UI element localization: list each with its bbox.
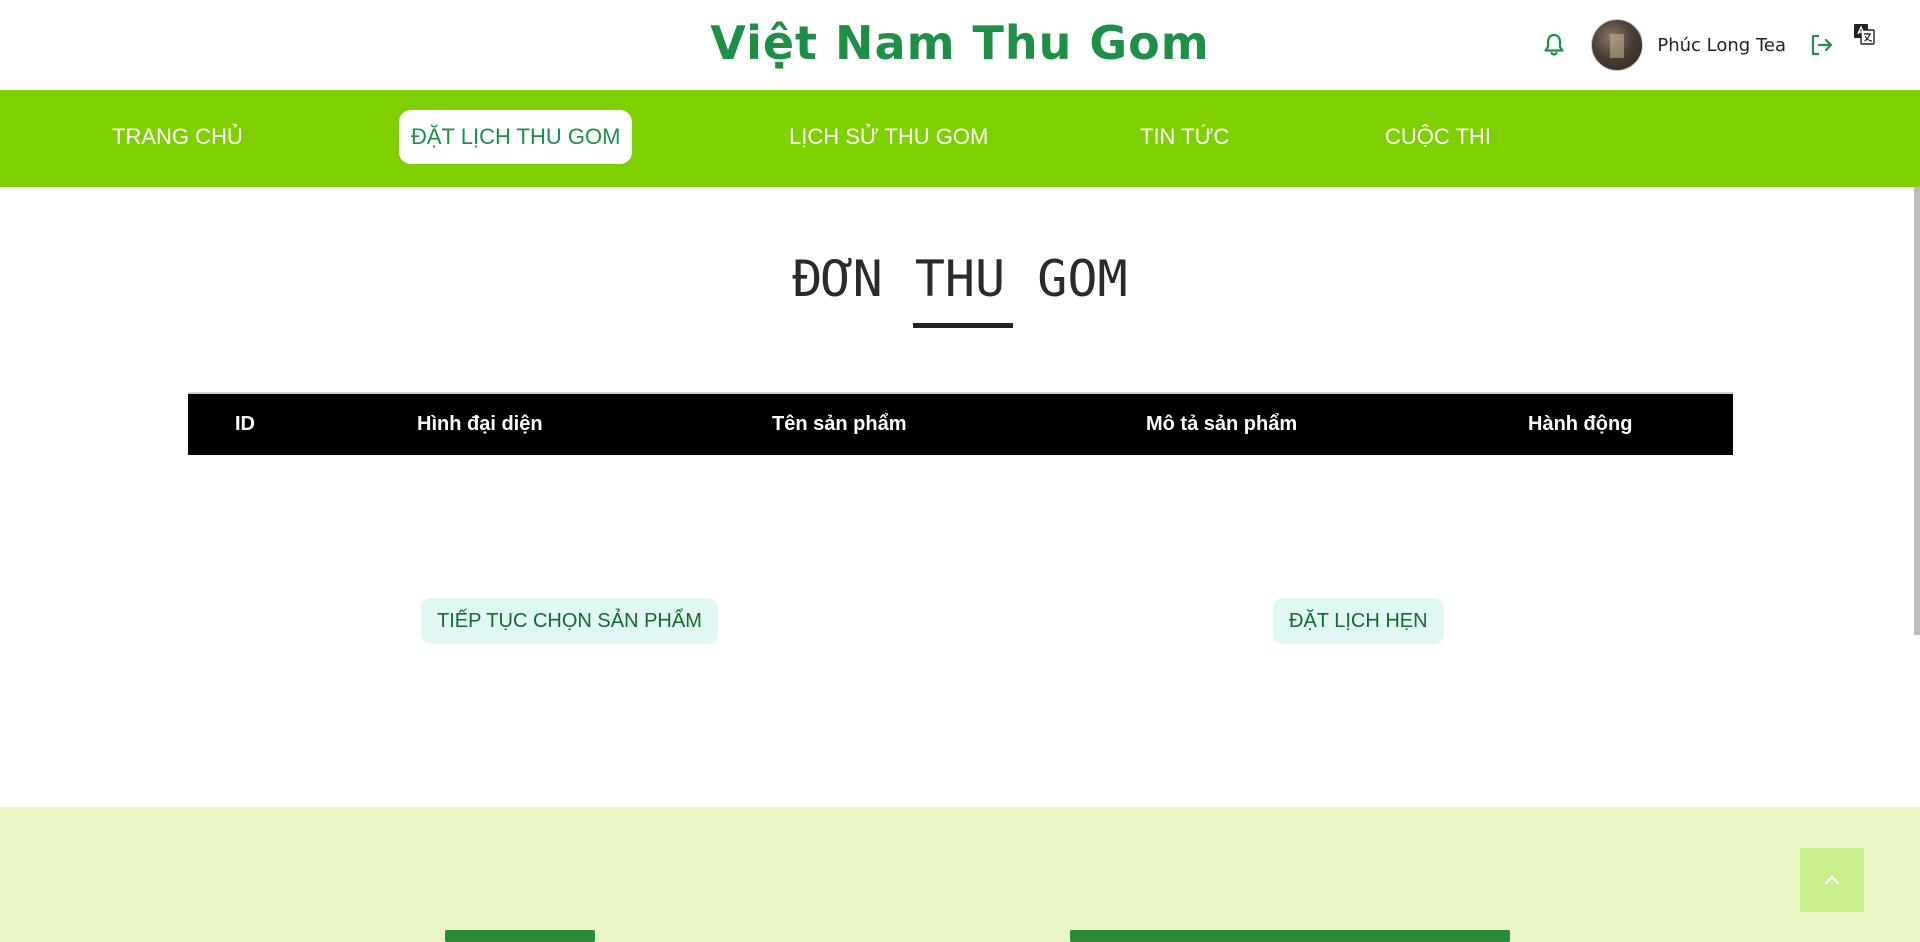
column-header-id: ID [235,413,255,435]
title-underline [913,323,1013,328]
footer [0,807,1920,942]
column-header-avatar: Hình đại diện [417,413,543,435]
orders-table-header: ID Hình đại diện Tên sản phẩm Mô tả sản … [188,392,1733,455]
column-header-product-description: Mô tả sản phẩm [1146,413,1298,435]
nav-item-news[interactable]: TIN TỨC [1128,110,1241,164]
page-title: ĐƠN THU GOM [792,250,1128,308]
nav-item-collection-history[interactable]: LỊCH SỬ THU GOM [777,110,1000,164]
back-to-top-button[interactable] [1800,848,1864,912]
username[interactable]: Phúc Long Tea [1657,35,1786,56]
continue-selecting-button[interactable]: TIẾP TỤC CHỌN SẢN PHẨM [421,598,718,644]
column-header-product-name: Tên sản phẩm [772,413,907,435]
site-header: Việt Nam Thu Gom Phúc Long Tea [0,0,1920,90]
page-scrollbar[interactable] [1914,187,1920,635]
user-toolbar: Phúc Long Tea [1539,18,1876,72]
translate-icon[interactable] [1852,22,1876,46]
footer-heading-fragment [1070,930,1510,942]
book-appointment-button[interactable]: ĐẶT LỊCH HẸN [1273,598,1444,644]
main-nav: TRANG CHỦ ĐẶT LỊCH THU GOM LỊCH SỬ THU G… [0,90,1920,187]
bell-icon[interactable] [1539,30,1569,60]
logout-icon[interactable] [1808,31,1836,59]
nav-item-contest[interactable]: CUỘC THI [1373,110,1503,164]
nav-item-home[interactable]: TRANG CHỦ [100,110,255,164]
footer-heading-fragment [445,930,595,942]
avatar[interactable] [1591,19,1644,71]
nav-item-schedule-collection[interactable]: ĐẶT LỊCH THU GOM [399,110,633,164]
chevron-up-icon [1825,876,1839,884]
column-header-actions: Hành động [1528,413,1633,435]
